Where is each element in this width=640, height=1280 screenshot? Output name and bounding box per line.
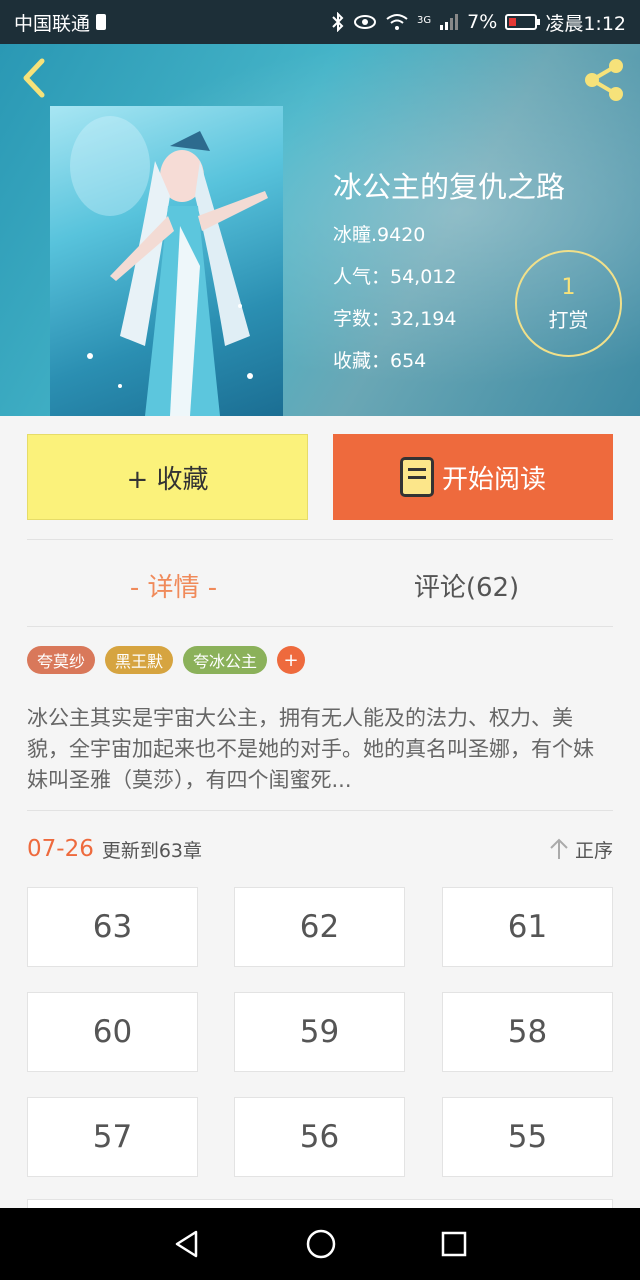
tag-item[interactable]: 黑王默 bbox=[105, 646, 174, 674]
signal-icon bbox=[440, 14, 459, 30]
divider bbox=[27, 810, 613, 811]
reward-count: 1 bbox=[561, 274, 576, 300]
battery-percent: 7% bbox=[467, 11, 498, 33]
tab-details[interactable]: - 详情 - bbox=[27, 545, 320, 625]
reward-button[interactable]: 1 打赏 bbox=[515, 250, 622, 357]
update-date: 07-26 bbox=[27, 836, 94, 862]
chapter-button[interactable]: 58 bbox=[442, 992, 613, 1072]
book-description[interactable]: 冰公主其实是宇宙大公主，拥有无人能及的法力、权力、美貌，全宇宙加起来也不是她的对… bbox=[27, 703, 613, 796]
bluetooth-icon bbox=[332, 12, 344, 32]
book-favorites: 收藏：654 bbox=[333, 350, 427, 372]
add-favorite-label: + 收藏 bbox=[126, 464, 209, 495]
update-text: 更新到63章 bbox=[101, 839, 203, 862]
divider bbox=[27, 539, 613, 540]
battery-icon bbox=[505, 14, 541, 30]
wifi-icon bbox=[386, 14, 408, 30]
chapter-button[interactable]: 57 bbox=[27, 1097, 198, 1177]
chapter-button[interactable]: 62 bbox=[234, 887, 405, 967]
divider bbox=[27, 626, 613, 627]
chevron-left-icon bbox=[23, 58, 45, 98]
back-nav-icon[interactable] bbox=[172, 1229, 202, 1259]
add-favorite-button[interactable]: + 收藏 bbox=[27, 434, 308, 520]
tab-comments[interactable]: 评论(62) bbox=[320, 545, 613, 625]
clock: 凌晨1:12 bbox=[545, 12, 626, 35]
chapter-button[interactable]: 61 bbox=[442, 887, 613, 967]
share-button[interactable] bbox=[580, 56, 628, 104]
sort-order-button[interactable]: 正序 bbox=[549, 836, 613, 863]
book-author[interactable]: 冰瞳.9420 bbox=[333, 220, 565, 247]
sort-order-label: 正序 bbox=[574, 839, 613, 862]
system-nav-bar bbox=[0, 1208, 640, 1280]
chapter-button[interactable]: 60 bbox=[27, 992, 198, 1072]
chapter-button[interactable]: 59 bbox=[234, 992, 405, 1072]
status-bar: 中国联通 3G 7% 凌晨1:12 bbox=[0, 0, 640, 44]
back-button[interactable] bbox=[14, 56, 54, 100]
arrow-up-icon bbox=[550, 838, 568, 859]
tag-list: 夸莫纱 黑王默 夸冰公主 + bbox=[27, 646, 306, 674]
carrier-label: 中国联通 bbox=[14, 12, 91, 35]
start-reading-label: 开始阅读 bbox=[441, 464, 546, 495]
book-title: 冰公主的复仇之路 bbox=[333, 170, 566, 204]
tag-item[interactable]: 夸冰公主 bbox=[183, 646, 268, 674]
sim-icon bbox=[96, 14, 107, 30]
eye-icon bbox=[354, 15, 377, 29]
tab-bar: - 详情 - 评论(62) bbox=[27, 545, 613, 625]
chapter-button[interactable]: 63 bbox=[27, 887, 198, 967]
book-header: 冰公主的复仇之路 冰瞳.9420 人气：54,012 字数：32,194 收藏：… bbox=[0, 44, 640, 416]
add-tag-button[interactable]: + bbox=[277, 646, 306, 674]
book-cover-image[interactable] bbox=[50, 106, 283, 416]
princess-illustration bbox=[70, 116, 268, 416]
chapter-button[interactable]: 56 bbox=[234, 1097, 405, 1177]
tag-item[interactable]: 夸莫纱 bbox=[27, 646, 96, 674]
share-icon bbox=[585, 59, 623, 101]
network-type-label: 3G bbox=[417, 14, 432, 26]
update-info: 07-26 更新到63章 正序 bbox=[27, 833, 613, 865]
chapter-button[interactable]: 55 bbox=[442, 1097, 613, 1177]
recents-nav-icon[interactable] bbox=[440, 1230, 468, 1258]
book-icon bbox=[399, 457, 434, 497]
start-reading-button[interactable]: 开始阅读 bbox=[333, 434, 613, 520]
home-nav-icon[interactable] bbox=[305, 1228, 337, 1260]
reward-label: 打赏 bbox=[548, 307, 589, 332]
